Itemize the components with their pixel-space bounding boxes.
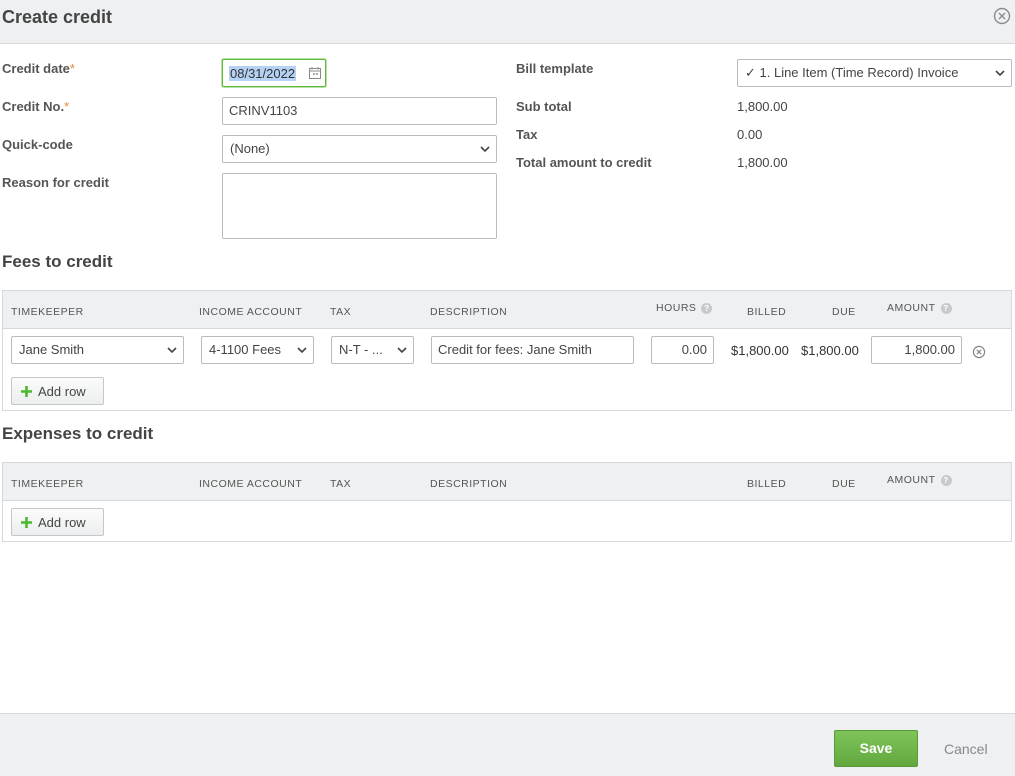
save-button[interactable]: Save (834, 730, 918, 767)
help-icon[interactable]: ? (940, 303, 952, 314)
col-hours: HOURS? (656, 302, 713, 314)
tax-label: Tax (516, 127, 538, 142)
credit-no-input[interactable]: CRINV1103 (222, 97, 497, 125)
help-icon[interactable]: ? (940, 475, 952, 486)
chevron-down-icon (995, 70, 1005, 77)
sub-total-value: 1,800.00 (737, 99, 788, 114)
tax-select-value: N-T - ... (339, 342, 383, 357)
timekeeper-value: Jane Smith (19, 342, 85, 357)
col-tax: TAX (330, 306, 352, 318)
add-row-label: Add row (38, 515, 86, 530)
fees-section-title: Fees to credit (2, 252, 113, 271)
col-due: DUE (832, 306, 856, 318)
calendar-icon[interactable] (309, 67, 321, 79)
description-input[interactable]: Credit for fees: Jane Smith (431, 336, 634, 364)
chevron-down-icon (480, 146, 490, 153)
timekeeper-select[interactable]: Jane Smith (11, 336, 184, 364)
quick-code-value: (None) (230, 141, 270, 156)
col-billed: BILLED (747, 306, 787, 318)
plus-icon (21, 517, 32, 528)
quick-code-label: Quick-code (2, 137, 73, 152)
close-icon[interactable] (993, 7, 1011, 25)
income-account-select[interactable]: 4-1100 Fees (201, 336, 314, 364)
plus-icon (21, 386, 32, 397)
amount-input[interactable]: 1,800.00 (871, 336, 962, 364)
quick-code-select[interactable]: (None) (222, 135, 497, 163)
income-account-value: 4-1100 Fees (209, 342, 282, 357)
chevron-down-icon (167, 347, 177, 354)
col-due: DUE (832, 478, 856, 490)
hours-input[interactable]: 0.00 (651, 336, 714, 364)
expenses-add-row-button[interactable]: Add row (11, 508, 104, 536)
dialog-title: Create credit (2, 7, 113, 27)
total-value: 1,800.00 (737, 155, 788, 170)
col-timekeeper: TIMEKEEPER (11, 478, 84, 490)
col-income-account: INCOME ACCOUNT (199, 306, 303, 318)
due-value: $1,800.00 (801, 343, 859, 358)
col-timekeeper: TIMEKEEPER (11, 306, 84, 318)
fees-add-row-button[interactable]: Add row (11, 377, 104, 405)
col-description: DESCRIPTION (430, 306, 508, 318)
reason-textarea[interactable] (222, 173, 497, 239)
reason-label: Reason for credit (2, 175, 109, 190)
expenses-table-header: TIMEKEEPER INCOME ACCOUNT TAX DESCRIPTIO… (3, 463, 1011, 501)
bill-template-select[interactable]: ✓ 1. Line Item (Time Record) Invoice (737, 59, 1012, 87)
expenses-section-title: Expenses to credit (2, 424, 154, 443)
col-tax: TAX (330, 478, 352, 490)
fees-table: TIMEKEEPER INCOME ACCOUNT TAX DESCRIPTIO… (2, 290, 1012, 411)
sub-total-label: Sub total (516, 99, 572, 114)
chevron-down-icon (397, 347, 407, 354)
remove-row-icon[interactable] (972, 345, 986, 359)
billed-value: $1,800.00 (731, 343, 789, 358)
col-billed: BILLED (747, 478, 787, 490)
cancel-button[interactable]: Cancel (944, 741, 988, 757)
fees-table-header: TIMEKEEPER INCOME ACCOUNT TAX DESCRIPTIO… (3, 291, 1011, 329)
credit-date-label: Credit date* (2, 61, 75, 76)
help-icon[interactable]: ? (701, 303, 713, 314)
col-amount: AMOUNT? (887, 474, 952, 486)
chevron-down-icon (297, 347, 307, 354)
bill-template-value: ✓ 1. Line Item (Time Record) Invoice (745, 65, 959, 80)
col-amount: AMOUNT? (887, 302, 952, 314)
tax-select[interactable]: N-T - ... (331, 336, 414, 364)
dialog-footer: Save Cancel (0, 713, 1015, 776)
credit-date-value: 08/31/2022 (229, 66, 297, 81)
tax-value: 0.00 (737, 127, 763, 142)
credit-no-label: Credit No.* (2, 99, 70, 114)
add-row-label: Add row (38, 384, 86, 399)
dialog-header: Create credit (0, 0, 1015, 44)
expenses-table: TIMEKEEPER INCOME ACCOUNT TAX DESCRIPTIO… (2, 462, 1012, 542)
total-label: Total amount to credit (516, 155, 652, 170)
bill-template-label: Bill template (516, 61, 594, 76)
col-income-account: INCOME ACCOUNT (199, 478, 303, 490)
col-description: DESCRIPTION (430, 478, 508, 490)
credit-date-input[interactable]: 08/31/2022 (222, 59, 326, 87)
